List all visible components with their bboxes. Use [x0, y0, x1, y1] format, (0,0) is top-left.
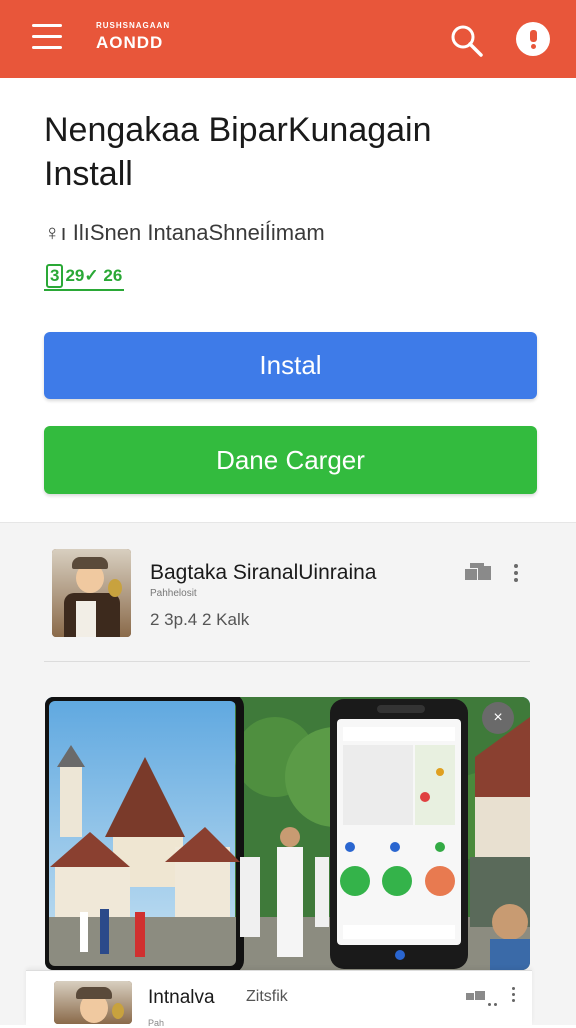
listing-thumbnail[interactable] [52, 549, 131, 637]
secondary-button[interactable]: Dane Carger [44, 426, 537, 494]
bottom-listing-title[interactable]: Intnalva [148, 987, 215, 1009]
search-icon[interactable] [448, 22, 484, 58]
rating-extra: ✓ 26 [84, 266, 123, 285]
app-title-line-1: Nengakaa BiparKunagain [44, 111, 432, 149]
more-options-icon[interactable] [510, 564, 522, 584]
bottom-cart-icon[interactable] [466, 990, 486, 1000]
bottom-listing-subtitle: Pah [148, 1018, 165, 1028]
bottom-listing-meta: Zitsfik [246, 988, 288, 1005]
listing-subtitle: Pahhelosit [150, 588, 197, 599]
app-title: Nengakaa BiparKunagain Install [44, 108, 544, 196]
screenshot-image [45, 697, 530, 970]
listing-title[interactable]: Bagtaka SiranalUinraina [150, 561, 376, 585]
alert-icon[interactable] [516, 22, 550, 56]
brand-name: AONDD [96, 33, 164, 52]
menu-icon[interactable] [32, 24, 62, 50]
app-title-line-2: Install [44, 155, 133, 193]
brand-tagline: RUSHSNAGAAN [96, 21, 171, 30]
app-screenshot-preview[interactable] [45, 697, 530, 970]
listing-meta: 2 3p.4 2 Kalk [150, 610, 250, 629]
bottom-listing-thumbnail[interactable] [54, 981, 132, 1024]
rating-value: 29 [65, 266, 85, 285]
brand-logo[interactable]: RUSHSNAGAAN AONDD [96, 21, 171, 52]
divider [44, 661, 530, 662]
top-app-bar: RUSHSNAGAAN AONDD [0, 0, 576, 78]
developer-name[interactable]: ♀ı IlıSnen IntanaShneiÍimam [44, 220, 325, 246]
cart-icon[interactable] [465, 563, 493, 581]
install-button[interactable]: Instal [44, 332, 537, 399]
bottom-more-options-icon[interactable] [512, 987, 515, 1005]
rating-badge: 3 29✓ 26 [44, 264, 125, 291]
bottom-dots-icon [488, 993, 500, 1011]
rating-box: 3 [46, 264, 64, 288]
close-preview-button[interactable]: × [482, 702, 514, 734]
